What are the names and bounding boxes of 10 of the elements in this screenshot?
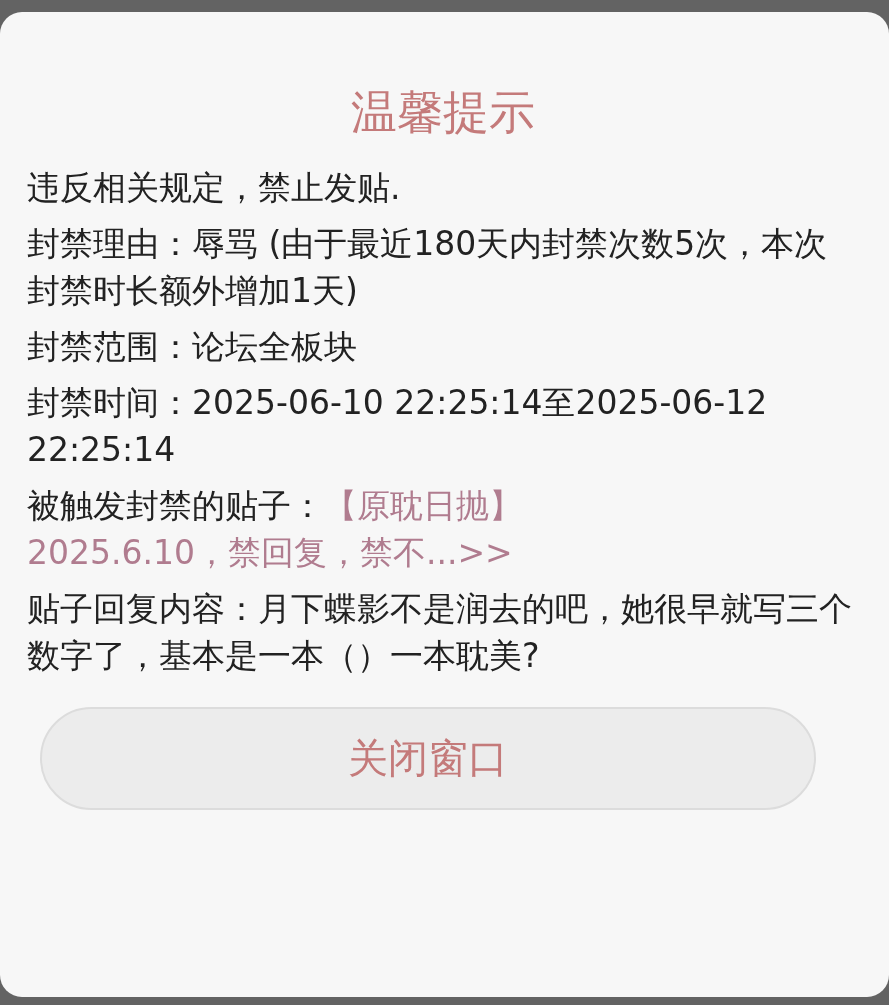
dialog-title: 温馨提示	[350, 84, 536, 141]
post-link[interactable]: 2025.6.10，禁回复，禁不...>>	[27, 533, 513, 572]
message-text: 贴子回复内容：月下蝶影不是润去的吧，她很早就写三个数字了，基本是一本（）一本耽美?	[27, 588, 853, 677]
message-text: 封禁范围：论坛全板块	[27, 326, 358, 368]
message-text: 违反相关规定，禁止发贴.	[27, 167, 402, 209]
post-link[interactable]: 【原耽日抛】	[324, 486, 522, 525]
message-text: 封禁理由：辱骂 (由于最近180天内封禁次数5次，本次封禁时长额外增加1天)	[27, 223, 829, 312]
message-label: 被触发封禁的贴子：	[27, 486, 324, 525]
message-text: 封禁时间：2025-06-10 22:25:14至2025-06-12 22:25:14	[27, 382, 769, 471]
close-window-button[interactable]: 关闭窗口	[40, 707, 816, 810]
